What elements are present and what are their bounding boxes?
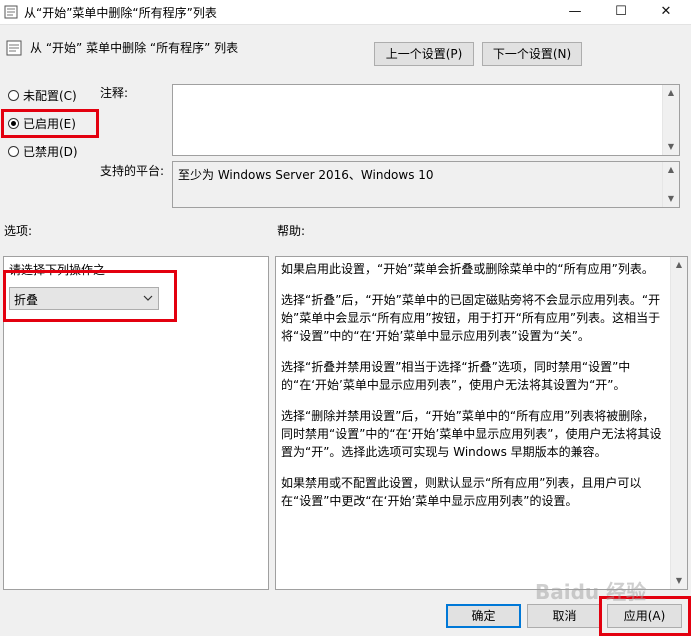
comment-value xyxy=(173,85,679,89)
help-label: 帮助: xyxy=(277,224,306,238)
scroll-up-arrow-icon[interactable]: ▲ xyxy=(671,257,687,273)
scroll-down-arrow-icon[interactable]: ▼ xyxy=(663,191,679,207)
help-scrollbar[interactable]: ▲ ▼ xyxy=(670,257,687,589)
help-paragraph: 如果启用此设置，“开始”菜单会折叠或删除菜单中的“所有应用”列表。 xyxy=(281,262,654,276)
radio-circle-selected[interactable] xyxy=(8,117,19,129)
cancel-button[interactable]: 取消 xyxy=(527,604,602,628)
help-paragraph: 选择“折叠”后，“开始”菜单中的已固定磁贴旁将不会显示应用列表。“开始”菜单中会… xyxy=(281,293,661,343)
policy-icon xyxy=(4,5,18,19)
previous-setting-button[interactable]: 上一个设置(P) xyxy=(374,42,474,66)
radio-label: 已启用(E) xyxy=(23,116,76,131)
help-pane: 如果启用此设置，“开始”菜单会折叠或删除菜单中的“所有应用”列表。 选择“折叠”… xyxy=(275,256,688,590)
options-label: 选项: xyxy=(4,224,33,238)
baidu-watermark: Baidu 经验 xyxy=(535,580,647,604)
comment-label: 注释: xyxy=(100,86,129,100)
scroll-down-arrow-icon[interactable]: ▼ xyxy=(663,139,679,155)
dropdown-selected-value: 折叠 xyxy=(14,293,39,307)
platform-field: 至少为 Windows Server 2016、Windows 10 ▲ ▼ xyxy=(172,161,680,208)
radio-label: 已禁用(D) xyxy=(23,144,78,159)
platform-label: 支持的平台: xyxy=(100,164,165,178)
radio-circle[interactable] xyxy=(8,89,19,101)
apply-button[interactable]: 应用(A) xyxy=(607,604,682,628)
platform-scrollbar[interactable]: ▲ ▼ xyxy=(662,162,679,207)
platform-value: 至少为 Windows Server 2016、Windows 10 xyxy=(178,168,434,182)
chevron-down-icon[interactable] xyxy=(143,295,153,302)
comment-textarea[interactable]: ▲ ▼ xyxy=(172,84,680,156)
comment-scrollbar[interactable]: ▲ ▼ xyxy=(662,85,679,155)
maximize-button[interactable]: ☐ xyxy=(601,0,641,24)
policy-setting-icon xyxy=(6,40,22,56)
radio-label: 未配置(C) xyxy=(23,88,77,103)
help-text: 如果启用此设置，“开始”菜单会折叠或删除菜单中的“所有应用”列表。 选择“折叠”… xyxy=(281,260,666,523)
minimize-button[interactable]: — xyxy=(555,0,595,24)
scroll-down-arrow-icon[interactable]: ▼ xyxy=(671,573,687,589)
radio-not-configured[interactable]: 未配置(C) xyxy=(8,86,77,104)
scroll-up-arrow-icon[interactable]: ▲ xyxy=(663,85,679,101)
window-title: 从“开始”菜单中删除“所有程序”列表 xyxy=(24,6,217,20)
radio-circle[interactable] xyxy=(8,145,19,157)
action-dropdown[interactable]: 折叠 xyxy=(9,287,159,310)
help-paragraph: 如果禁用或不配置此设置，则默认显示“所有应用”列表，且用户可以在“设置”中更改“… xyxy=(281,476,642,508)
close-button[interactable]: ✕ xyxy=(646,0,686,24)
radio-enabled[interactable]: 已启用(E) xyxy=(8,114,76,132)
help-paragraph: 选择“删除并禁用设置”后，“开始”菜单中的“所有应用”列表将被删除，同时禁用“设… xyxy=(281,409,662,459)
dropdown-label: 请选择下列操作之 xyxy=(9,263,106,277)
help-paragraph: 选择“折叠并禁用设置”相当于选择“折叠”选项，同时禁用“设置”中的“在‘开始’菜… xyxy=(281,360,631,392)
policy-name: 从 “开始” 菜单中删除 “所有程序” 列表 xyxy=(30,41,239,55)
scroll-up-arrow-icon[interactable]: ▲ xyxy=(663,162,679,178)
ok-button[interactable]: 确定 xyxy=(446,604,521,628)
title-bar: 从“开始”菜单中删除“所有程序”列表 — ☐ ✕ xyxy=(0,0,691,25)
options-pane: 请选择下列操作之 折叠 xyxy=(3,256,269,590)
next-setting-button[interactable]: 下一个设置(N) xyxy=(482,42,582,66)
radio-disabled[interactable]: 已禁用(D) xyxy=(8,142,78,160)
